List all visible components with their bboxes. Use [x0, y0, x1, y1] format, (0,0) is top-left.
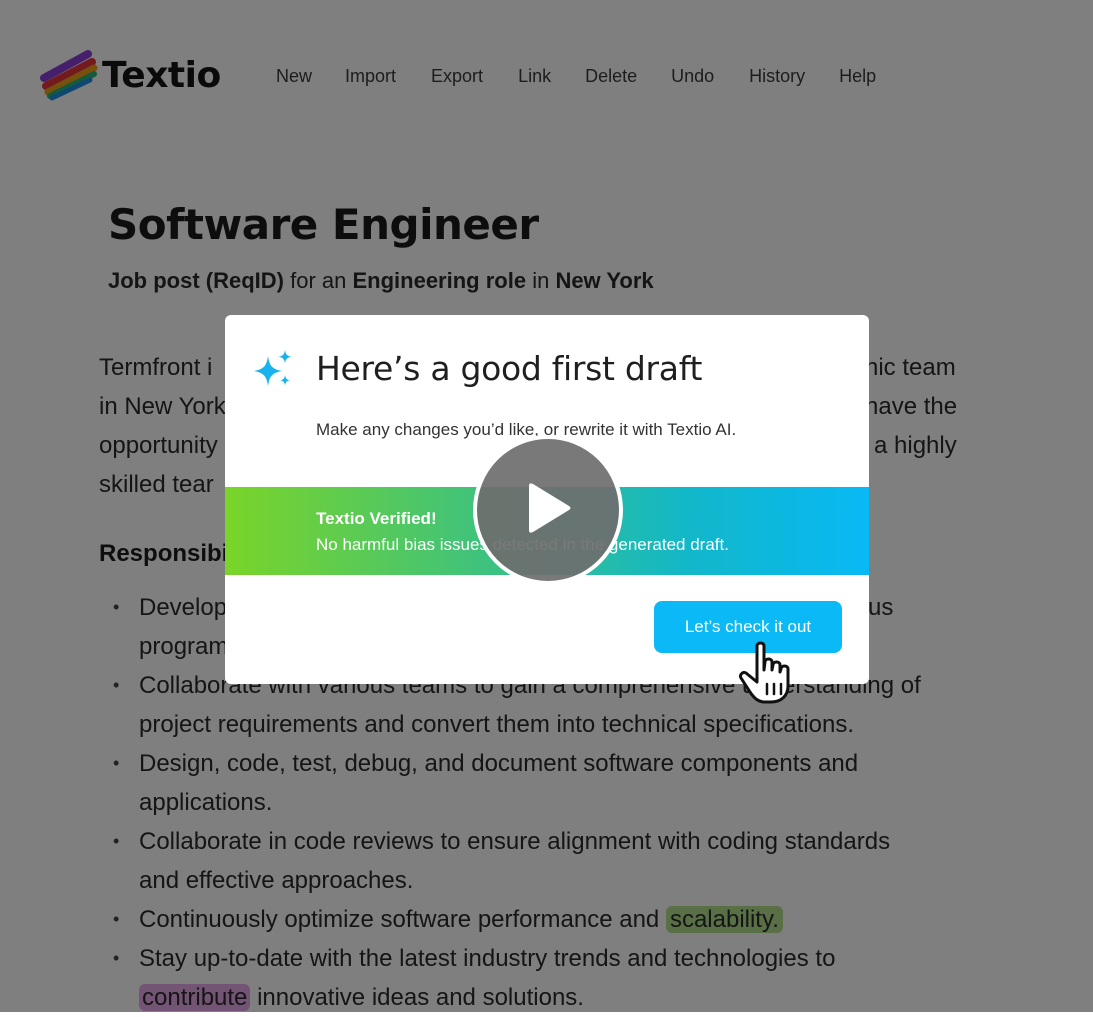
hand-pointer-icon — [739, 641, 790, 704]
play-icon — [529, 483, 571, 533]
page: Textio New Import Export Link Delete Und… — [0, 0, 1093, 1012]
modal-title: Here’s a good first draft — [316, 349, 703, 388]
play-video-button[interactable] — [473, 435, 623, 585]
sparkle-icon — [254, 350, 292, 386]
verified-title: Textio Verified! — [316, 509, 437, 528]
